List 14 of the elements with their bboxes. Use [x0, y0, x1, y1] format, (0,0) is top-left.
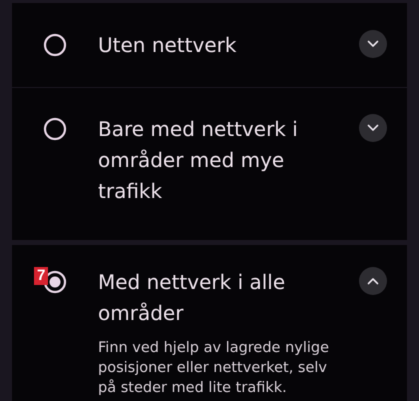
chevron-icon	[367, 124, 379, 132]
chevron-icon	[367, 40, 379, 48]
radio-button[interactable]	[43, 117, 67, 141]
option-description: Finn ved hjelp av lagrede nylige posisjoner eller nettverket, selv på steder med lite trafikk.	[98, 339, 330, 398]
step-marker: 7	[34, 267, 48, 285]
option-label: Bare med nettverk i områder med mye trafikk	[98, 116, 299, 205]
radio-button[interactable]	[43, 270, 67, 294]
radio-button[interactable]	[43, 33, 67, 57]
option-label: Uten nettverk	[98, 32, 238, 59]
chevron-icon	[367, 277, 379, 285]
expand-button[interactable]	[359, 114, 387, 142]
option-label: Med nettverk i alle områder	[98, 269, 286, 327]
expand-button[interactable]	[359, 30, 387, 58]
expand-button[interactable]	[359, 267, 387, 295]
